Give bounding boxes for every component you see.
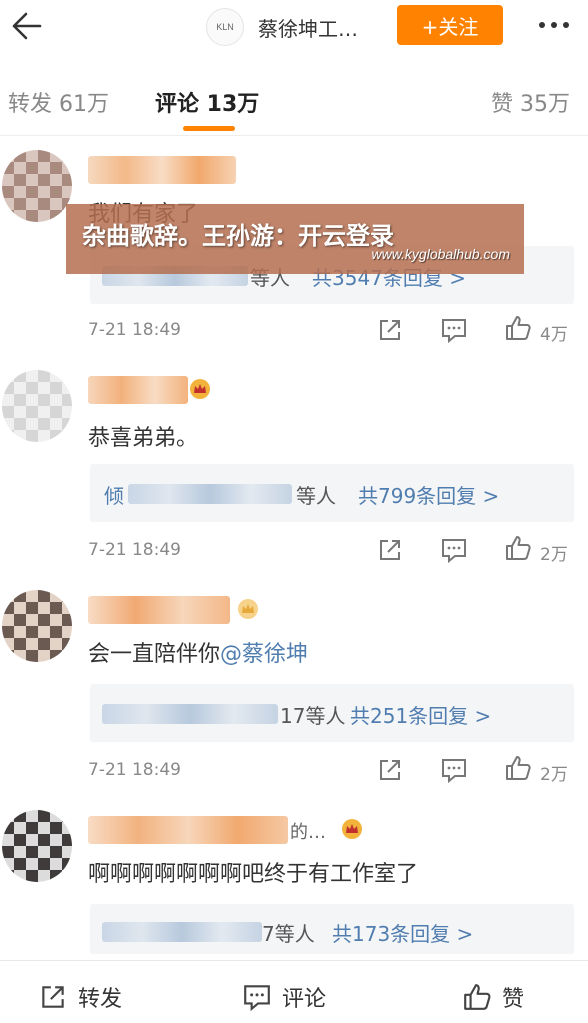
follow-button[interactable]: +关注	[397, 5, 503, 45]
replies-suffix: 等人	[296, 484, 336, 508]
share-icon[interactable]	[376, 316, 404, 344]
like-count: 2万	[540, 545, 568, 565]
thumbs-up-icon	[464, 984, 491, 1010]
mention-link[interactable]: @蔡徐坤	[220, 642, 308, 667]
ad-banner-overlay[interactable]: 杂曲歌辞。王孙游：开云登录 www.kyglobalhub.com	[66, 204, 524, 274]
banner-title: 杂曲歌辞。王孙游：开云登录	[82, 222, 394, 250]
comment-icon[interactable]	[440, 316, 468, 344]
like-count: 2万	[540, 765, 568, 785]
replies-suffix: 17等人	[280, 704, 346, 728]
bottom-action-bar: 转发 评论 赞	[0, 960, 588, 1023]
share-icon[interactable]	[376, 536, 404, 564]
user-avatar[interactable]	[2, 150, 72, 222]
tab-comment[interactable]: 评论 13万	[155, 86, 259, 118]
username-blurred[interactable]	[88, 376, 188, 404]
like-count: 4万	[540, 325, 568, 345]
comment-icon[interactable]	[440, 536, 468, 564]
tab-like[interactable]: 赞 35万	[491, 86, 570, 118]
replies-preview[interactable]: 17等人 共251条回复 >	[90, 684, 574, 742]
more-options-icon[interactable]	[534, 12, 574, 38]
account-avatar[interactable]: KLN	[206, 8, 244, 46]
comment-text: 恭喜弟弟。	[88, 426, 199, 451]
user-avatar[interactable]	[2, 370, 72, 442]
back-arrow-icon[interactable]	[10, 6, 50, 46]
username-blurred[interactable]	[88, 156, 236, 184]
username-blurred[interactable]	[88, 816, 288, 844]
username-ellipsis: 的…	[290, 822, 326, 843]
share-icon[interactable]	[376, 756, 404, 784]
comment-item: 会一直陪伴你@蔡徐坤 17等人 共251条回复 > 7-21 18:49 2万	[0, 586, 588, 801]
tab-bar: 转发 61万 评论 13万 赞 35万	[0, 70, 588, 136]
vip-crown-icon	[190, 379, 210, 399]
user-avatar[interactable]	[2, 590, 72, 662]
user-avatar[interactable]	[2, 810, 72, 882]
comment-time: 7-21 18:49	[88, 540, 181, 560]
banner-url: www.kyglobalhub.com	[371, 246, 510, 262]
vip-crown-icon	[238, 599, 258, 619]
comment-icon[interactable]	[440, 756, 468, 784]
comment-text: 啊啊啊啊啊啊啊吧终于有工作室了	[88, 862, 419, 887]
thumbs-up-icon[interactable]	[504, 754, 532, 782]
comment-time: 7-21 18:49	[88, 760, 181, 780]
repost-button[interactable]: 转发	[38, 981, 122, 1013]
page-title: 蔡徐坤工…	[258, 17, 358, 41]
share-icon	[42, 986, 64, 1008]
replies-count-link[interactable]: 共251条回复 >	[350, 700, 491, 729]
comment-text: 会一直陪伴你@蔡徐坤	[88, 636, 308, 668]
replies-preview[interactable]: 倾 等人 共799条回复 >	[90, 464, 574, 522]
replies-count-link[interactable]: 共173条回复 >	[332, 918, 473, 947]
replies-preview[interactable]: 7等人 共173条回复 >	[90, 904, 574, 954]
replies-count-link[interactable]: 共799条回复 >	[358, 480, 499, 509]
active-tab-indicator	[183, 126, 235, 131]
tab-repost[interactable]: 转发 61万	[8, 86, 109, 118]
comment-button[interactable]: 评论	[242, 981, 326, 1013]
comment-item: 恭喜弟弟。 倾 等人 共799条回复 > 7-21 18:49 2万	[0, 366, 588, 581]
thumbs-up-icon[interactable]	[504, 534, 532, 562]
like-button[interactable]: 赞	[462, 981, 524, 1013]
comment-icon	[244, 985, 270, 1012]
like-label: 赞	[502, 987, 525, 1012]
username-blurred[interactable]	[88, 596, 230, 624]
comment-item: 的… 啊啊啊啊啊啊啊吧终于有工作室了 7等人 共173条回复 >	[0, 806, 588, 956]
replies-names-blurred	[102, 922, 262, 942]
thumbs-up-icon[interactable]	[504, 314, 532, 342]
repost-label: 转发	[78, 987, 123, 1012]
replies-names-blurred	[102, 704, 278, 724]
replies-suffix: 7等人	[262, 922, 315, 946]
comment-time: 7-21 18:49	[88, 320, 181, 340]
replies-names-blurred	[128, 484, 292, 504]
replies-name-prefix: 倾	[104, 484, 124, 508]
comment-label: 评论	[282, 987, 327, 1012]
vip-crown-icon	[342, 819, 362, 839]
top-bar: KLN 蔡徐坤工… +关注	[0, 0, 588, 52]
comment-text-body: 会一直陪伴你	[88, 642, 221, 667]
